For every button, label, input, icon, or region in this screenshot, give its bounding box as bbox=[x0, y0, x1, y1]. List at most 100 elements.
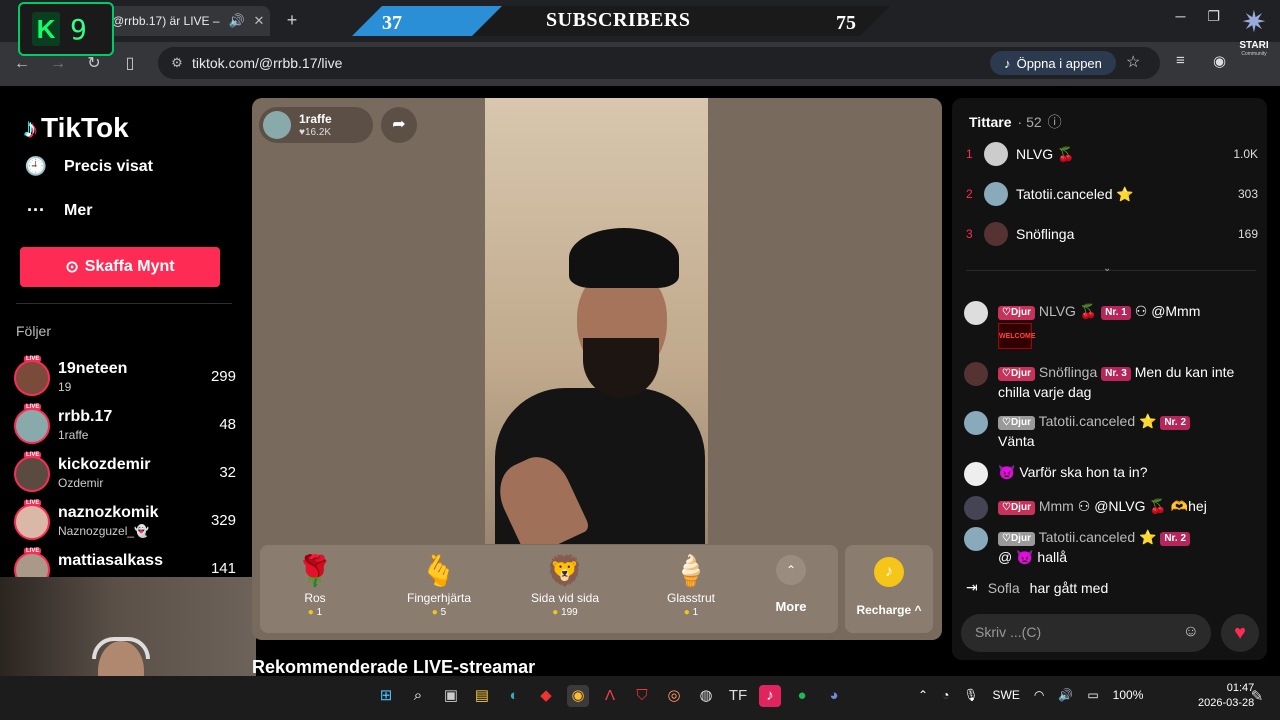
star-icon: ✷ bbox=[1241, 6, 1267, 39]
coin-icon: ● bbox=[307, 607, 314, 618]
restore-icon[interactable]: ❐ bbox=[1207, 8, 1220, 25]
top-viewer-row[interactable]: 2 Tatotii.canceled ⭐ 303 bbox=[966, 179, 1258, 209]
back-icon[interactable]: ← bbox=[11, 53, 33, 75]
recharge-label: Recharge ^ bbox=[856, 603, 922, 617]
gift-item[interactable]: 🍦 Glasstrut ● 1 bbox=[636, 553, 746, 618]
system-tray: ⌃ ◔ 🎙 SWE ◠ 🔊 ▭ 100% bbox=[918, 688, 1143, 702]
host-name: 1raffe bbox=[299, 112, 332, 126]
avatar bbox=[984, 182, 1008, 206]
viewers-count: · 52 bbox=[1017, 114, 1042, 130]
gift-item[interactable]: 🌹 Ros ● 1 bbox=[260, 553, 370, 618]
more-dots-icon: ··· bbox=[27, 200, 45, 220]
group-icon: ⚇ bbox=[1077, 498, 1091, 514]
nav-recently-viewed[interactable]: 🕘 Precis visat bbox=[24, 156, 153, 177]
battery-icon[interactable]: ▭ bbox=[1087, 688, 1098, 702]
chat-user[interactable]: NLVG 🍒 bbox=[1039, 303, 1097, 319]
new-tab-button[interactable]: + bbox=[282, 10, 302, 30]
following-sub: 1raffe bbox=[58, 428, 89, 442]
split-view-icon[interactable]: ▯ bbox=[119, 53, 141, 75]
following-sub: 19 bbox=[58, 380, 72, 394]
notification-icon[interactable]: ✎ bbox=[1246, 686, 1268, 708]
stari-sub: Community bbox=[1241, 51, 1267, 57]
close-tab-icon[interactable]: ✕ bbox=[248, 13, 270, 29]
search-icon[interactable]: ⌕ bbox=[407, 685, 429, 707]
mic-icon[interactable]: 🎙 bbox=[963, 688, 978, 702]
chat-user[interactable]: Mmm bbox=[1039, 498, 1074, 514]
top-viewer-row[interactable]: 1 NLVG 🍒 1.0K bbox=[966, 139, 1258, 169]
tiktok-logo[interactable]: ♪ TikTok bbox=[24, 112, 129, 144]
viewer-count: 141 bbox=[210, 560, 236, 577]
info-icon[interactable]: ⓘ bbox=[1048, 112, 1062, 132]
more-gifts-button[interactable]: ⌃ More bbox=[766, 555, 816, 614]
task-view-icon[interactable]: ▣ bbox=[440, 685, 462, 707]
gift-item[interactable]: 🦁 Sida vid sida ● 199 bbox=[510, 553, 620, 618]
avatar bbox=[14, 456, 50, 492]
welcome-sticker: WELCOME bbox=[998, 323, 1036, 349]
gift-name: Ros bbox=[304, 591, 326, 605]
history-icon: 🕘 bbox=[24, 156, 48, 176]
file-explorer-icon[interactable]: ▤ bbox=[471, 685, 493, 707]
speaker-icon[interactable]: 🔊 bbox=[226, 13, 248, 29]
profile-icon[interactable]: ◉ bbox=[1213, 52, 1226, 70]
avatar bbox=[14, 504, 50, 540]
rank-badge: Nr. 2 bbox=[1160, 416, 1191, 430]
volume-icon[interactable]: 🔊 bbox=[1058, 688, 1073, 702]
media-queue-icon[interactable]: ≡ bbox=[1176, 52, 1185, 69]
following-item[interactable]: LIVE naznozkomik Naznozguzel_👻 329 bbox=[14, 500, 236, 550]
chat-input[interactable]: Skriv ...(C) ☺ bbox=[961, 614, 1211, 652]
app-diamond-icon[interactable]: ◆ bbox=[535, 685, 557, 707]
viewer-count: 48 bbox=[219, 416, 236, 433]
chat-user[interactable]: 👿 bbox=[998, 464, 1015, 480]
share-icon[interactable]: ➦ bbox=[381, 107, 417, 143]
host-card[interactable]: 1raffe ♥16.2K bbox=[259, 107, 373, 143]
language-indicator[interactable]: SWE bbox=[993, 688, 1020, 702]
windows-start-icon[interactable]: ⊞ bbox=[375, 685, 397, 707]
nav-more[interactable]: ··· Mer bbox=[24, 200, 92, 221]
gift-item[interactable]: 🫰 Fingerhjärta ● 5 bbox=[384, 553, 494, 618]
reload-icon[interactable]: ↻ bbox=[83, 53, 105, 75]
browser-tab[interactable]: @rrbb.17) är LIVE – 🔊 ✕ bbox=[100, 6, 270, 36]
shield-icon[interactable]: ⛉ bbox=[631, 685, 653, 707]
edge-icon[interactable]: ◐ bbox=[503, 685, 525, 707]
tray-app-icon[interactable]: ◔ bbox=[942, 688, 949, 702]
chrome-icon[interactable]: ◉ bbox=[567, 685, 589, 707]
minimize-icon[interactable]: ─ bbox=[1176, 8, 1186, 25]
tiktok-app-icon[interactable]: ♪ bbox=[759, 685, 781, 707]
joined-user[interactable]: Sofla bbox=[988, 580, 1020, 596]
tiktok-wordmark: TikTok bbox=[41, 112, 129, 143]
like-heart-button[interactable]: ♥ bbox=[1221, 614, 1259, 652]
chat-user[interactable]: Tatotii.canceled ⭐ bbox=[1039, 413, 1157, 429]
wifi-icon[interactable]: ◠ bbox=[1034, 688, 1044, 702]
live-video[interactable] bbox=[485, 98, 708, 544]
spotify-icon[interactable]: ● bbox=[791, 685, 813, 707]
app-circle-icon[interactable]: ◎ bbox=[663, 685, 685, 707]
chat-user[interactable]: Snöflinga bbox=[1039, 364, 1097, 380]
tray-chevron-icon[interactable]: ⌃ bbox=[918, 688, 928, 702]
video-person-cap bbox=[569, 228, 679, 288]
discord-icon[interactable]: ◕ bbox=[823, 685, 845, 707]
forward-icon[interactable]: → bbox=[47, 53, 69, 75]
chat-message: ♡Djur Tatotii.canceled ⭐ Nr. 2 Vänta bbox=[964, 411, 1260, 451]
following-item[interactable]: LIVE 19neteen 19 299 bbox=[14, 356, 236, 406]
bookmark-star-icon[interactable]: ☆ bbox=[1126, 52, 1140, 72]
get-coins-button[interactable]: ⊙ Skaffa Mynt bbox=[20, 247, 220, 287]
following-item[interactable]: LIVE rrbb.17 1raffe 48 bbox=[14, 404, 236, 454]
ice-cream-icon: 🍦 bbox=[672, 555, 710, 588]
following-item[interactable]: LIVE kickozdemir Ozdemir 32 bbox=[14, 452, 236, 502]
tf-app-icon[interactable]: TF bbox=[727, 685, 749, 707]
site-info-icon[interactable]: ⚙ bbox=[162, 55, 192, 71]
chevron-down-icon[interactable]: ⌄ bbox=[1103, 263, 1111, 274]
chat-user[interactable]: Tatotii.canceled ⭐ bbox=[1039, 529, 1157, 545]
following-sub: Ozdemir bbox=[58, 476, 104, 490]
app-a-icon[interactable]: Λ bbox=[599, 685, 621, 707]
viewer-count: 32 bbox=[219, 464, 236, 481]
obs-icon[interactable]: ◍ bbox=[695, 685, 717, 707]
avatar bbox=[984, 142, 1008, 166]
open-in-app-button[interactable]: ♪ Öppna i appen bbox=[990, 51, 1116, 75]
avatar bbox=[964, 301, 988, 325]
emoji-icon[interactable]: ☺ bbox=[1183, 623, 1199, 641]
viewer-score: 303 bbox=[1237, 187, 1258, 201]
fan-badge: ♡Djur bbox=[998, 501, 1035, 515]
top-viewer-row[interactable]: 3 Snöflinga 169 bbox=[966, 219, 1258, 249]
recharge-button[interactable]: ♪ Recharge ^ bbox=[845, 545, 933, 633]
